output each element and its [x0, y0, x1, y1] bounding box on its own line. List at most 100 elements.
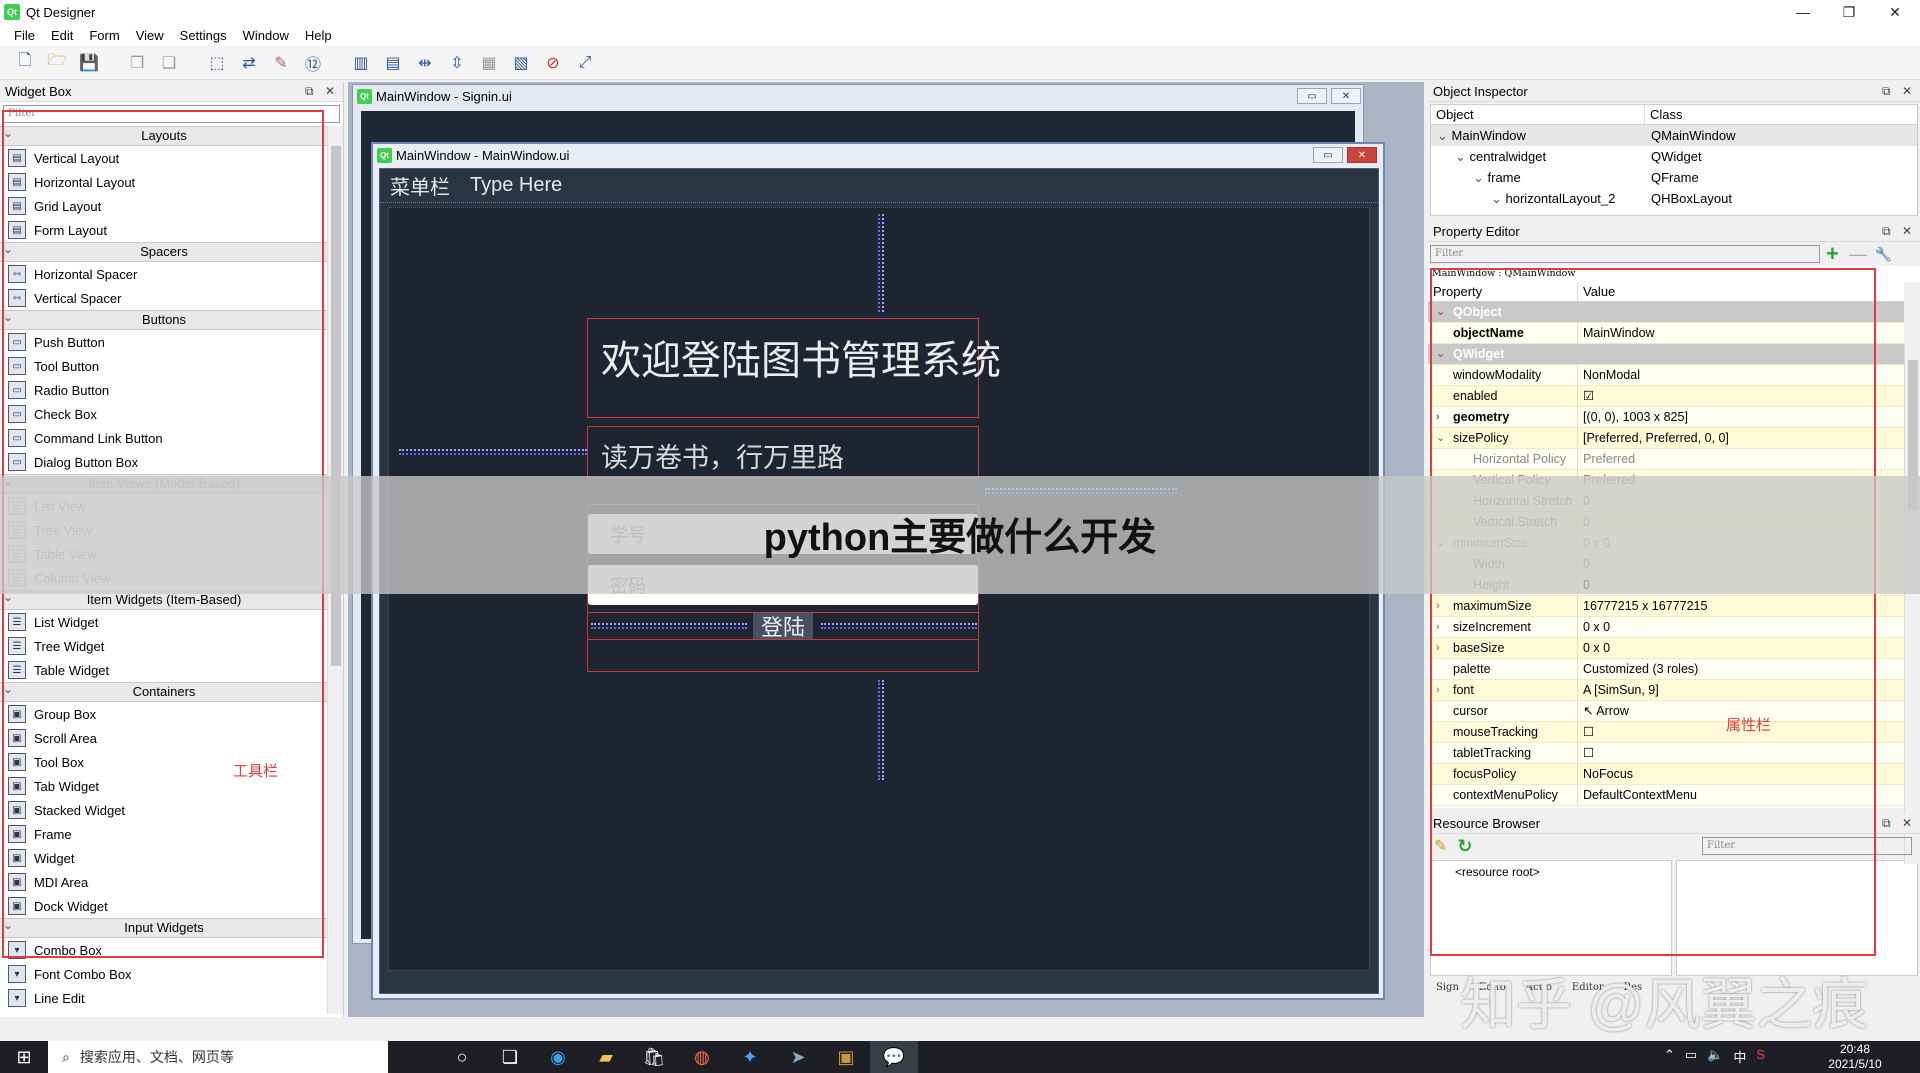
subwindow-minimize-button[interactable]: ▭: [1297, 88, 1327, 104]
widget-item-table-widget[interactable]: ☰ Table Widget: [0, 658, 328, 682]
menu-help[interactable]: Help: [297, 28, 340, 43]
type-here-menu[interactable]: Type Here: [460, 174, 572, 197]
edit-resources-icon[interactable]: ✎: [1434, 836, 1447, 856]
expand-chevron-icon[interactable]: ⌄: [1436, 302, 1445, 322]
maximize-button[interactable]: ❐: [1826, 0, 1872, 24]
start-icon[interactable]: ⊞: [0, 1041, 48, 1073]
property-value[interactable]: Preferred: [1578, 449, 1904, 469]
property-checkbox[interactable]: ☑: [1578, 386, 1904, 406]
layout-horizontally-icon[interactable]: ▥: [348, 50, 374, 76]
new-file-icon[interactable]: 🗋: [12, 50, 38, 76]
resource-root-item[interactable]: <resource root>: [1455, 865, 1540, 879]
float-panel-icon[interactable]: ⧉: [1882, 224, 1891, 239]
break-layout-icon[interactable]: ⊘: [540, 50, 566, 76]
edge-browser-icon[interactable]: ◉: [534, 1041, 582, 1073]
horizontal-spacer-button-left[interactable]: [591, 623, 747, 629]
file-explorer-icon[interactable]: ▰: [582, 1041, 630, 1073]
widget-item-tool-box[interactable]: ▣ Tool Box: [0, 750, 328, 774]
close-panel-icon[interactable]: ✕: [1902, 84, 1912, 98]
property-row[interactable]: › maximumSize 16777215 x 16777215: [1428, 596, 1904, 617]
volume-icon[interactable]: 🔈: [1707, 1047, 1723, 1066]
widget-item-tab-widget[interactable]: ▣ Tab Widget: [0, 774, 328, 798]
resource-list[interactable]: [1676, 860, 1918, 976]
send-to-back-icon[interactable]: ❏: [156, 50, 182, 76]
property-row[interactable]: objectName MainWindow: [1428, 323, 1904, 344]
tab-signal-slot-editor[interactable]: Sign: [1436, 982, 1459, 993]
close-panel-icon[interactable]: ✕: [1902, 224, 1912, 238]
menu-view[interactable]: View: [128, 28, 172, 43]
edit-buddies-icon[interactable]: ✎: [268, 50, 294, 76]
add-dynamic-property-icon[interactable]: +: [1826, 241, 1839, 267]
widget-item-check-box[interactable]: ▭ Check Box: [0, 402, 328, 426]
widget-item-radio-button[interactable]: ▭ Radio Button: [0, 378, 328, 402]
expand-chevron-icon[interactable]: ›: [1436, 680, 1440, 700]
login-button[interactable]: 登陆: [753, 613, 813, 640]
expand-chevron-icon[interactable]: ⌄: [1491, 191, 1506, 206]
bring-to-front-icon[interactable]: ❐: [124, 50, 150, 76]
edit-widgets-icon[interactable]: ⬚: [204, 50, 230, 76]
category-input-widgets[interactable]: Input Widgets: [0, 916, 328, 938]
category-layouts[interactable]: Layouts: [0, 124, 328, 146]
resource-tree[interactable]: <resource root>: [1430, 860, 1672, 976]
property-row[interactable]: ⌄ sizePolicy [Preferred, Preferred, 0, 0]: [1428, 428, 1904, 449]
widget-item-frame[interactable]: ▣ Frame: [0, 822, 328, 846]
object-tree-row[interactable]: ⌄ MainWindow QMainWindow: [1431, 125, 1917, 146]
layout-vertically-icon[interactable]: ▤: [380, 50, 406, 76]
widget-item-widget[interactable]: ▣ Widget: [0, 846, 328, 870]
subwindow-close-button[interactable]: ✕: [1331, 88, 1361, 104]
form-menu-item[interactable]: 菜单栏: [380, 171, 460, 200]
expand-chevron-icon[interactable]: ›: [1436, 596, 1440, 616]
wechat-icon[interactable]: 💬: [870, 1041, 918, 1073]
property-row[interactable]: › font A [SimSun, 9]: [1428, 680, 1904, 701]
object-tree-row[interactable]: ⌄ horizontalLayout_2 QHBoxLayout: [1431, 188, 1917, 209]
input-method-indicator[interactable]: 中: [1733, 1047, 1746, 1066]
expand-chevron-icon[interactable]: ⌄: [1436, 428, 1445, 448]
subtitle-label[interactable]: 读万卷书，行万里路: [601, 436, 844, 475]
property-row[interactable]: palette Customized (3 roles): [1428, 659, 1904, 680]
widget-item-vertical-layout[interactable]: ▤ Vertical Layout: [0, 146, 328, 170]
vertical-spacer-bottom[interactable]: [878, 680, 884, 780]
class-column-header[interactable]: Class: [1645, 105, 1683, 124]
property-value[interactable]: NoFocus: [1578, 764, 1904, 784]
property-value[interactable]: 0 x 0: [1578, 638, 1904, 658]
property-value[interactable]: [1578, 302, 1904, 322]
menu-edit[interactable]: Edit: [43, 28, 81, 43]
property-value[interactable]: NonModal: [1578, 365, 1904, 385]
widget-item-tool-button[interactable]: ▭ Tool Button: [0, 354, 328, 378]
layout-horizontal-splitter-icon[interactable]: ⇹: [412, 50, 438, 76]
property-row[interactable]: mouseTracking ☐: [1428, 722, 1904, 743]
property-row[interactable]: Horizontal Policy Preferred: [1428, 449, 1904, 470]
adjust-size-icon[interactable]: ⤢: [572, 50, 598, 76]
object-tree[interactable]: Object Class ⌄ MainWindow QMainWindow ⌄ ce…: [1430, 104, 1918, 216]
welcome-title-label[interactable]: 欢迎登陆图书管理系统: [601, 328, 1001, 386]
property-row[interactable]: focusPolicy NoFocus: [1428, 764, 1904, 785]
expand-chevron-icon[interactable]: ›: [1436, 617, 1440, 637]
widget-item-combo-box[interactable]: ▾ Combo Box: [0, 938, 328, 962]
widget-item-stacked-widget[interactable]: ▣ Stacked Widget: [0, 798, 328, 822]
layout-grid-icon[interactable]: ▦: [476, 50, 502, 76]
property-value[interactable]: Customized (3 roles): [1578, 659, 1904, 679]
widget-item-scroll-area[interactable]: ▣ Scroll Area: [0, 726, 328, 750]
widget-item-font-combo-box[interactable]: ▾ Font Combo Box: [0, 962, 328, 986]
widget-item-horizontal-spacer[interactable]: ⇿ Horizontal Spacer: [0, 262, 328, 286]
game-app-icon[interactable]: ▣: [822, 1041, 870, 1073]
property-group-row[interactable]: ⌄ QObject: [1428, 302, 1904, 323]
antivirus-icon[interactable]: S: [1756, 1047, 1765, 1066]
property-value[interactable]: MainWindow: [1578, 323, 1904, 343]
menu-window[interactable]: Window: [235, 28, 297, 43]
widget-item-push-button[interactable]: ▭ Push Button: [0, 330, 328, 354]
widget-item-command-link-button[interactable]: ▭ Command Link Button: [0, 426, 328, 450]
widget-item-form-layout[interactable]: ▤ Form Layout: [0, 218, 328, 242]
expand-chevron-icon[interactable]: ⌄: [1455, 149, 1470, 164]
widget-item-tree-widget[interactable]: ☰ Tree Widget: [0, 634, 328, 658]
category-containers[interactable]: Containers: [0, 680, 328, 702]
expand-chevron-icon[interactable]: ›: [1436, 407, 1440, 427]
configure-icon[interactable]: 🔧: [1875, 246, 1892, 263]
widget-item-list-widget[interactable]: ☰ List Widget: [0, 610, 328, 634]
save-icon[interactable]: 💾: [76, 50, 102, 76]
task-view-icon[interactable]: ❏: [486, 1041, 534, 1073]
property-checkbox[interactable]: ☐: [1578, 743, 1904, 763]
resource-filter-input[interactable]: Filter: [1702, 837, 1912, 855]
property-column-header[interactable]: Property: [1428, 282, 1578, 301]
property-scrollbar[interactable]: [1904, 344, 1920, 864]
